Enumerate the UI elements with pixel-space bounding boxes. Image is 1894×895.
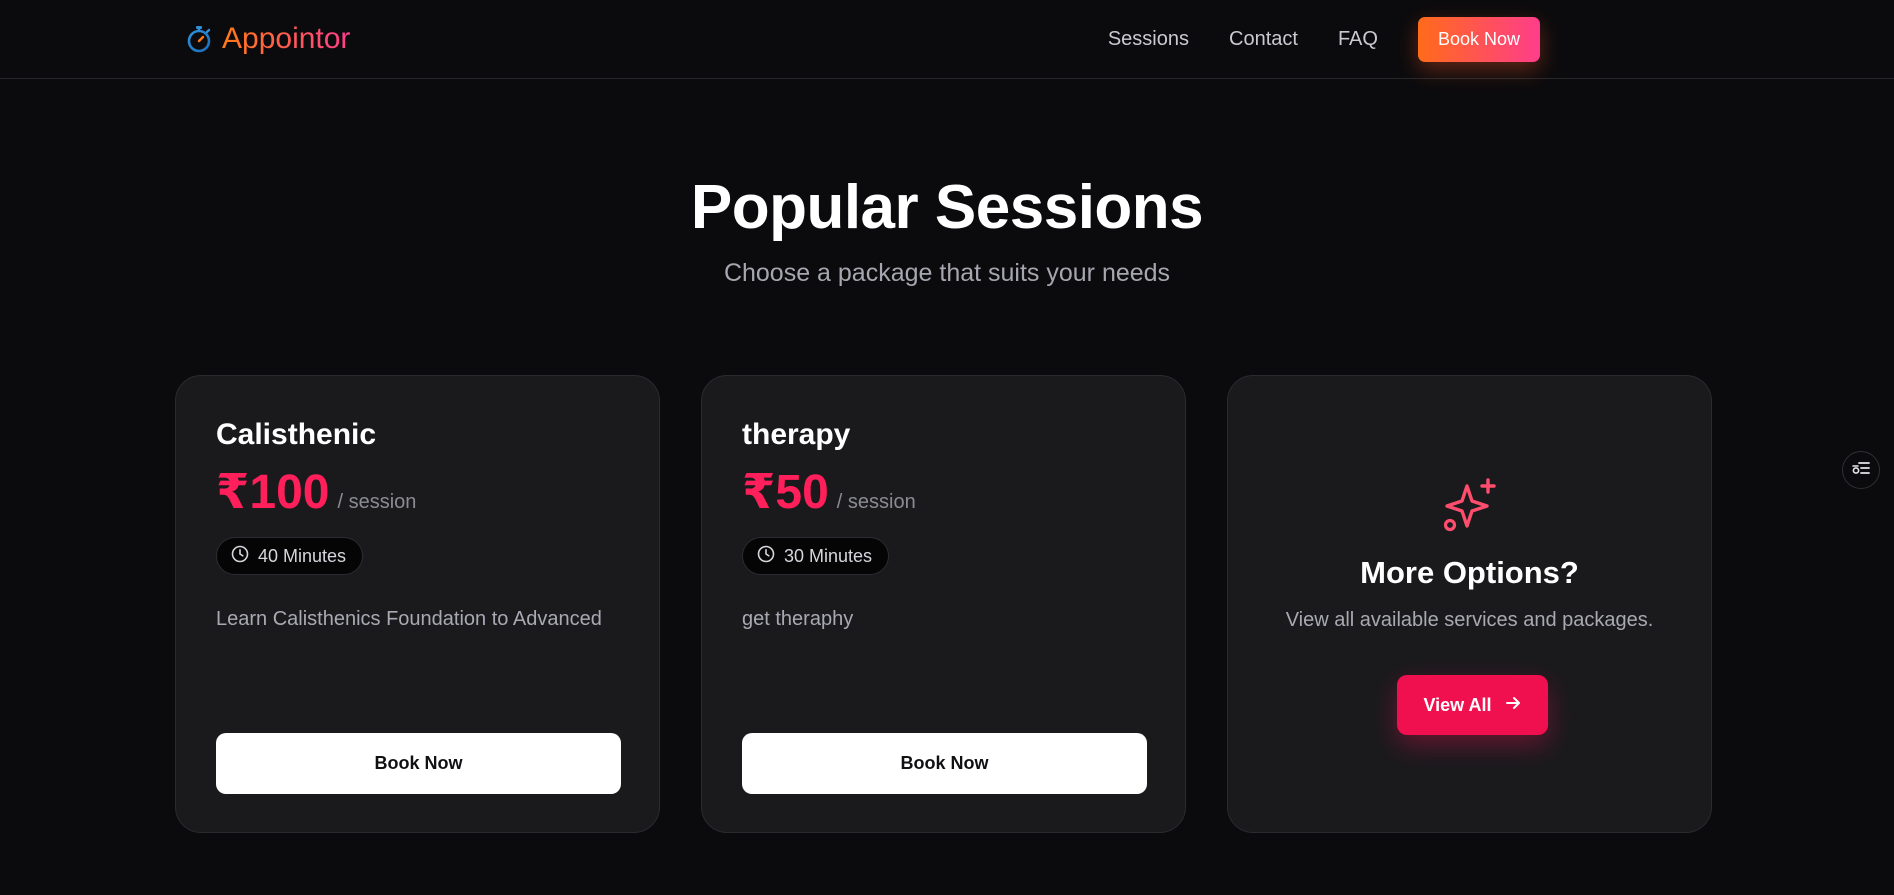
brand-name: Appointor <box>222 22 351 55</box>
session-title: Calisthenic <box>216 418 377 451</box>
duration-badge: 40 Minutes <box>216 537 364 575</box>
arrow-right-icon <box>1504 694 1522 717</box>
session-card-calisthenic: Calisthenic ₹100 / session 40 Minutes Le… <box>175 375 660 833</box>
session-price: ₹50 <box>742 466 829 519</box>
more-options-title: More Options? <box>1360 555 1579 590</box>
nav-book-now-button[interactable]: Book Now <box>1417 17 1540 62</box>
duration-text: 30 Minutes <box>784 545 873 566</box>
session-description: Learn Calisthenics Foundation to Advance… <box>216 608 602 630</box>
book-now-button[interactable]: Book Now <box>216 733 621 794</box>
session-title: therapy <box>742 418 851 451</box>
more-options-card: More Options? View all available service… <box>1227 375 1712 833</box>
nav-links: Sessions Contact FAQ Book Now <box>1108 17 1540 62</box>
book-now-button[interactable]: Book Now <box>742 733 1147 794</box>
view-all-button[interactable]: View All <box>1397 675 1548 735</box>
nav-link-contact[interactable]: Contact <box>1229 28 1298 51</box>
session-card-therapy: therapy ₹50 / session 30 Minutes get the… <box>701 375 1186 833</box>
price-unit: / session <box>337 491 417 513</box>
brand-logo[interactable]: Appointor <box>184 19 350 59</box>
stopwatch-icon <box>184 24 214 54</box>
nav-link-sessions[interactable]: Sessions <box>1108 28 1189 51</box>
clock-icon <box>757 545 775 568</box>
more-options-subtitle: View all available services and packages… <box>1285 609 1654 631</box>
sparkles-icon <box>1441 476 1501 536</box>
page-subtitle: Choose a package that suits your needs <box>723 259 1171 287</box>
page-title: Popular Sessions <box>690 173 1204 242</box>
list-settings-icon <box>1850 457 1872 484</box>
floating-settings-button[interactable] <box>1842 451 1880 489</box>
price-row: ₹50 / session <box>742 464 916 520</box>
price-unit: / session <box>836 491 916 513</box>
clock-icon <box>231 545 249 568</box>
session-price: ₹100 <box>216 466 330 519</box>
session-description: get theraphy <box>742 608 854 630</box>
duration-text: 40 Minutes <box>258 545 347 566</box>
top-navbar: Appointor Sessions Contact FAQ Book Now <box>0 0 1894 79</box>
nav-link-faq[interactable]: FAQ <box>1338 28 1378 51</box>
duration-badge: 30 Minutes <box>742 537 890 575</box>
price-row: ₹100 / session <box>216 464 416 520</box>
view-all-label: View All <box>1423 694 1492 715</box>
